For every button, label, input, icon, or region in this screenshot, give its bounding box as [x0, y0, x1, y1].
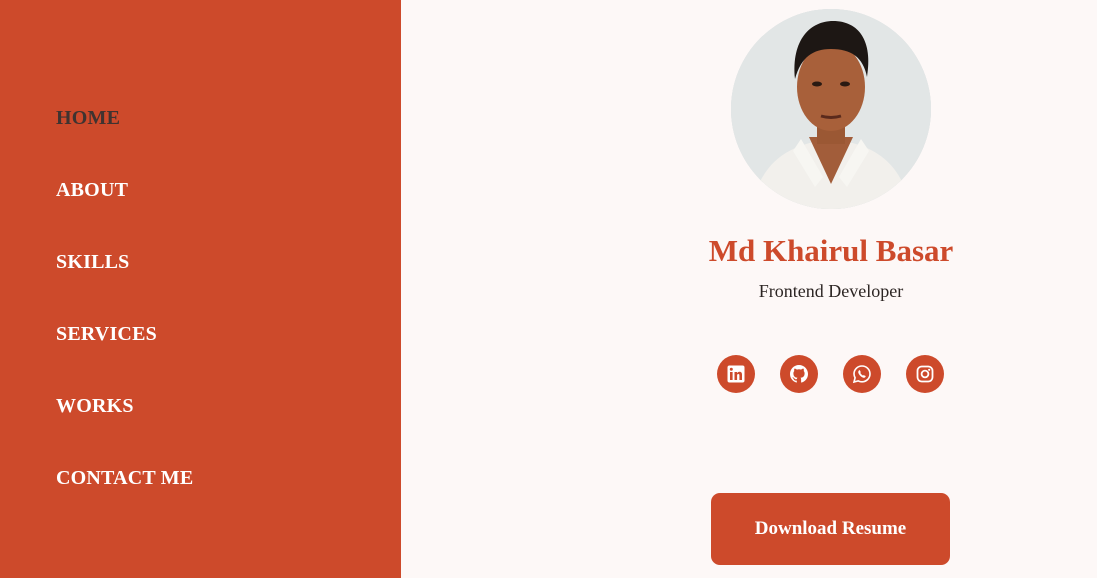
nav-item-contact-me[interactable]: CONTACT ME: [56, 464, 193, 536]
nav-item-about[interactable]: ABOUT: [56, 176, 193, 248]
github-icon: [790, 365, 808, 383]
instagram-link[interactable]: [906, 355, 944, 393]
whatsapp-icon: [852, 365, 871, 384]
nav-item-home[interactable]: HOME: [56, 104, 193, 176]
sidebar: HOME ABOUT SKILLS SERVICES WORKS CONTACT…: [0, 0, 401, 578]
github-link[interactable]: [780, 355, 818, 393]
nav-item-works[interactable]: WORKS: [56, 392, 193, 464]
profile-role: Frontend Developer: [758, 281, 904, 301]
nav-item-skills[interactable]: SKILLS: [56, 248, 193, 320]
profile-name: Md Khairul Basar: [708, 233, 954, 268]
profile-photo: [731, 9, 931, 209]
sidebar-nav: HOME ABOUT SKILLS SERVICES WORKS CONTACT…: [56, 104, 193, 536]
instagram-icon: [916, 365, 934, 383]
nav-item-services[interactable]: SERVICES: [56, 320, 193, 392]
avatar: [731, 9, 931, 209]
download-resume-button[interactable]: Download Resume: [711, 493, 950, 565]
portfolio-page: HOME ABOUT SKILLS SERVICES WORKS CONTACT…: [0, 0, 1097, 578]
whatsapp-link[interactable]: [843, 355, 881, 393]
profile-name-container: Md Khairul Basar: [631, 233, 1031, 269]
social-links: [717, 355, 944, 393]
linkedin-icon: [727, 365, 745, 383]
profile-role-container: Frontend Developer: [631, 281, 1031, 302]
main-content: Md Khairul Basar Frontend Developer Down…: [401, 0, 1097, 578]
linkedin-link[interactable]: [717, 355, 755, 393]
